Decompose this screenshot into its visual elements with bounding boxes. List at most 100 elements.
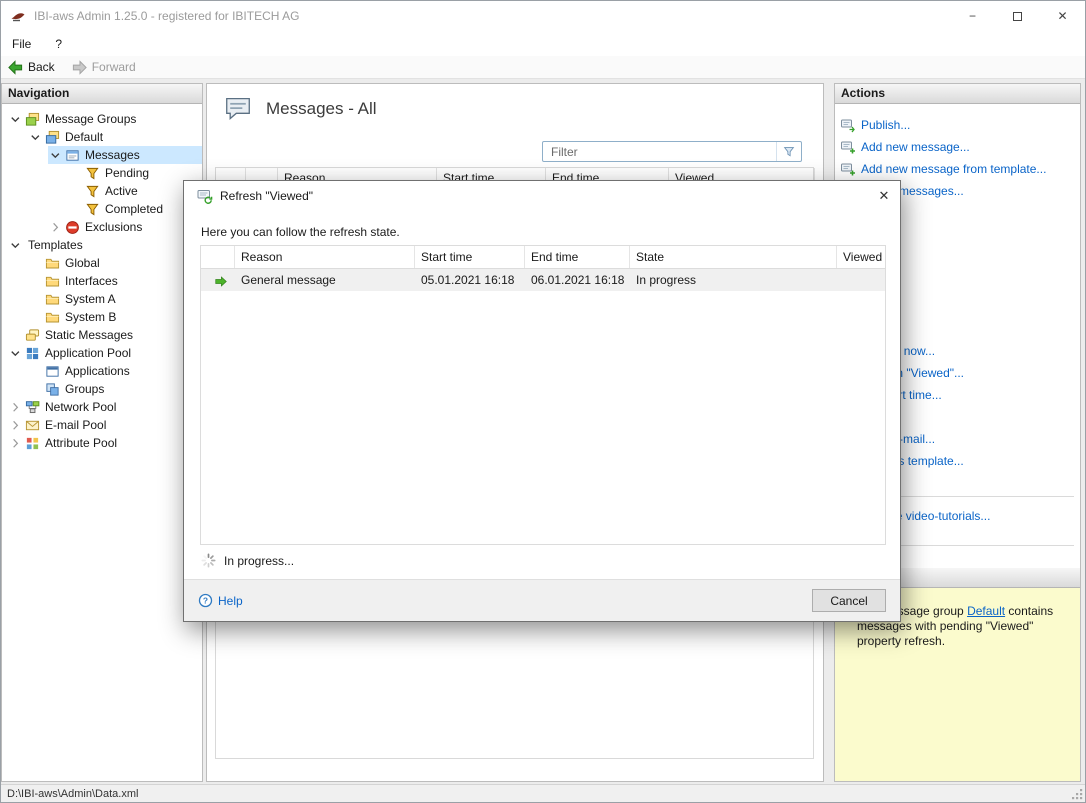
tree-item-label: Exclusions <box>85 220 142 234</box>
minimize-button[interactable]: − <box>950 1 995 31</box>
chevron-expanded-icon[interactable] <box>28 130 43 145</box>
filter-input[interactable] <box>543 142 776 161</box>
back-button[interactable]: Back <box>7 59 55 76</box>
cancel-button[interactable]: Cancel <box>812 589 886 612</box>
action-publish-icon <box>840 117 856 133</box>
chevron-spacer <box>28 310 43 325</box>
statusbar-path: D:\IBI-aws\Admin\Data.xml <box>7 788 138 800</box>
action-publish[interactable]: Publish... <box>835 114 1080 136</box>
chevron-expanded-icon[interactable] <box>8 112 23 127</box>
action-add-icon <box>840 161 856 177</box>
dialog-close-button[interactable]: ✕ <box>868 181 900 211</box>
tree-item-system-a[interactable]: System A <box>2 290 202 308</box>
dialog-column-header-blank[interactable] <box>201 246 235 268</box>
exclusions-icon <box>65 220 80 235</box>
tree-item-static-messages[interactable]: Static Messages <box>2 326 202 344</box>
help-link[interactable]: ? Help <box>198 593 243 608</box>
back-label: Back <box>28 60 55 74</box>
maximize-icon <box>1013 12 1022 21</box>
tree-item-label: Pending <box>105 166 149 180</box>
tree-item-system-b[interactable]: System B <box>2 308 202 326</box>
tree-indent <box>2 254 28 272</box>
chevron-collapsed-icon[interactable] <box>8 400 23 415</box>
tree-item-completed[interactable]: Completed <box>2 200 202 218</box>
tree-item-application-pool[interactable]: Application Pool <box>2 344 202 362</box>
tree-item-attribute-pool[interactable]: Attribute Pool <box>2 434 202 452</box>
navigation-header: Navigation <box>2 84 202 104</box>
chevron-collapsed-icon[interactable] <box>48 220 63 235</box>
dialog-column-header-viewed[interactable]: Viewed <box>837 246 887 268</box>
tree-indent <box>2 290 28 308</box>
chevron-expanded-icon[interactable] <box>8 346 23 361</box>
tree-item-network-pool[interactable]: Network Pool <box>2 398 202 416</box>
tree-item-label: System A <box>65 292 116 306</box>
window-title: IBI-aws Admin 1.25.0 - registered for IB… <box>34 9 299 23</box>
action-label: Publish... <box>861 118 910 132</box>
navigation-tree: Message GroupsDefaultMessages Pending Acti… <box>2 104 202 452</box>
back-arrow-icon <box>7 59 24 76</box>
dialog-titlebar: Refresh "Viewed" ✕ <box>184 181 900 211</box>
dialog-column-header-state[interactable]: State <box>630 246 837 268</box>
tree-item-applications[interactable]: Applications <box>2 362 202 380</box>
actions-header: Actions <box>835 84 1080 104</box>
tree-item-e-mail-pool[interactable]: E-mail Pool <box>2 416 202 434</box>
tree-item-messages[interactable]: Messages <box>2 146 202 164</box>
content-title: Messages - All <box>224 96 377 122</box>
action-add-icon <box>840 139 856 155</box>
network-pool-icon <box>25 400 40 415</box>
action-add-new-message[interactable]: Add new message... <box>835 136 1080 158</box>
tree-item-global[interactable]: Global <box>2 254 202 272</box>
tree-indent <box>2 362 28 380</box>
tree-item-exclusions[interactable]: Exclusions <box>2 218 202 236</box>
attribute-pool-icon <box>25 436 40 451</box>
refresh-table-row[interactable]: General message05.01.2021 16:1806.01.202… <box>201 269 885 291</box>
chevron-collapsed-icon[interactable] <box>8 436 23 451</box>
refresh-viewed-dialog: Refresh "Viewed" ✕ Here you can follow t… <box>183 180 901 622</box>
tree-item-label: E-mail Pool <box>45 418 106 432</box>
tree-item-default[interactable]: Default <box>2 128 202 146</box>
messages-page-icon <box>224 96 252 122</box>
tree-item-message-groups[interactable]: Message Groups <box>2 110 202 128</box>
folder-icon <box>45 274 60 289</box>
tree-item-groups[interactable]: Groups <box>2 380 202 398</box>
svg-text:?: ? <box>203 596 208 606</box>
action-add-new-message-from-template[interactable]: Add new message from template... <box>835 158 1080 180</box>
chevron-expanded-icon[interactable] <box>8 238 23 253</box>
close-button[interactable]: ✕ <box>1040 1 1085 31</box>
chevron-spacer <box>68 184 83 199</box>
resize-grip[interactable] <box>1071 788 1084 801</box>
info-default-link[interactable]: Default <box>967 604 1005 618</box>
tree-item-interfaces[interactable]: Interfaces <box>2 272 202 290</box>
tree-item-templates[interactable]: Templates <box>2 236 202 254</box>
maximize-button[interactable] <box>995 1 1040 31</box>
menu-help[interactable]: ? <box>55 37 62 51</box>
forward-label: Forward <box>92 60 136 74</box>
chevron-spacer <box>28 256 43 271</box>
tree-item-label: Active <box>105 184 138 198</box>
dialog-column-header-reason[interactable]: Reason <box>235 246 415 268</box>
navigation-panel: Navigation Message GroupsDefaultMessages… <box>1 83 203 782</box>
tree-item-label: Application Pool <box>45 346 131 360</box>
app-icon <box>10 8 26 24</box>
filter-funnel-icon[interactable] <box>776 142 801 161</box>
forward-arrow-icon <box>71 59 88 76</box>
filter-box <box>542 141 802 162</box>
refresh-table-rows: General message05.01.2021 16:1806.01.202… <box>201 269 885 291</box>
dialog-column-header-end-time[interactable]: End time <box>525 246 630 268</box>
folder-icon <box>45 310 60 325</box>
help-icon: ? <box>198 593 213 608</box>
forward-button[interactable]: Forward <box>71 59 136 76</box>
menu-file[interactable]: File <box>12 37 31 51</box>
static-messages-icon <box>25 328 40 343</box>
applications-icon <box>45 364 60 379</box>
refresh-table: ReasonStart timeEnd timeStateViewed Gene… <box>200 245 886 545</box>
refresh-table-header: ReasonStart timeEnd timeStateViewed <box>201 246 885 269</box>
tree-item-active[interactable]: Active <box>2 182 202 200</box>
dialog-title: Refresh "Viewed" <box>220 189 313 203</box>
tree-item-label: Groups <box>65 382 104 396</box>
page-title: Messages - All <box>266 99 377 119</box>
chevron-expanded-icon[interactable] <box>48 148 63 163</box>
chevron-collapsed-icon[interactable] <box>8 418 23 433</box>
dialog-column-header-start-time[interactable]: Start time <box>415 246 525 268</box>
tree-item-pending[interactable]: Pending <box>2 164 202 182</box>
